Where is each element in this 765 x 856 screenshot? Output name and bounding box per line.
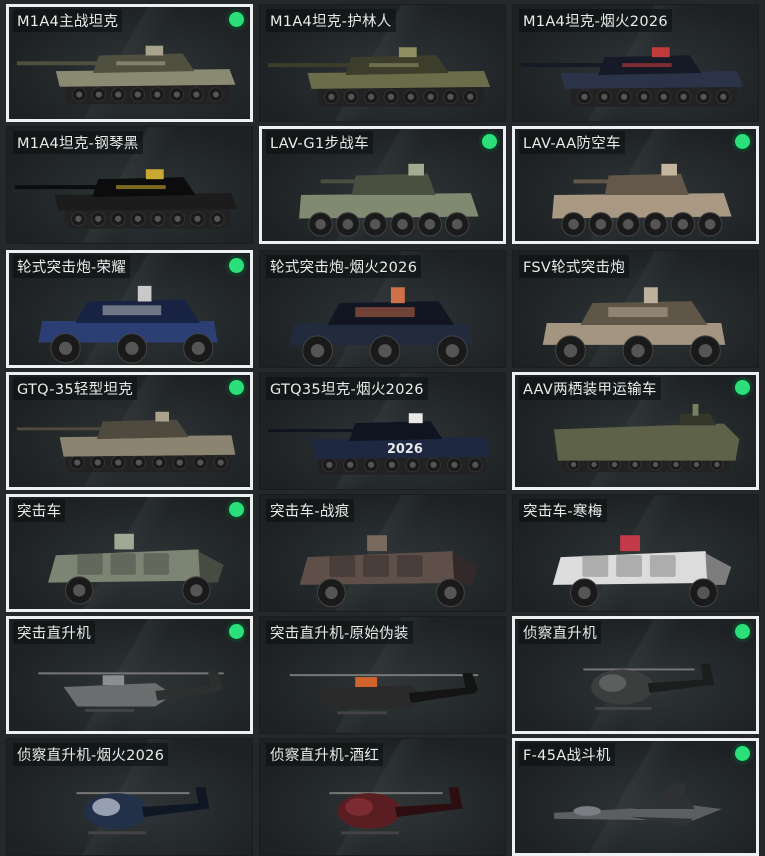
vehicle-name: 轮式突击炮-荣耀 xyxy=(13,255,131,278)
vehicle-name: LAV-AA防空车 xyxy=(519,131,625,154)
vehicle-card[interactable]: GTQ-35轻型坦克 xyxy=(6,372,253,490)
owned-indicator-icon xyxy=(735,134,750,149)
vehicle-image xyxy=(552,535,732,608)
vehicle-image xyxy=(38,671,224,712)
vehicle-card[interactable]: F-45A战斗机 xyxy=(512,738,759,856)
owned-indicator-icon xyxy=(229,12,244,27)
vehicle-image xyxy=(48,533,224,605)
vehicle-name: LAV-G1步战车 xyxy=(266,131,373,154)
vehicle-name: F-45A战斗机 xyxy=(519,743,615,766)
owned-indicator-icon xyxy=(735,746,750,761)
owned-indicator-icon xyxy=(735,624,750,639)
vehicle-image xyxy=(267,47,491,107)
vehicle-image xyxy=(329,787,463,835)
vehicle-card[interactable]: 2026 GTQ35坦克-烟火2026 xyxy=(259,372,506,490)
vehicle-card[interactable]: FSV轮式突击炮 xyxy=(512,250,759,368)
vehicle-name: 轮式突击炮-烟火2026 xyxy=(266,255,422,278)
vehicle-card[interactable]: M1A4坦克-护林人 xyxy=(259,4,506,122)
vehicle-card[interactable]: 突击车-战痕 xyxy=(259,494,506,612)
owned-indicator-icon xyxy=(229,624,244,639)
vehicle-image xyxy=(299,535,479,608)
vehicle-card[interactable]: LAV-G1步战车 xyxy=(259,126,506,244)
vehicle-card[interactable]: 侦察直升机-烟火2026 xyxy=(6,738,253,856)
owned-indicator-icon xyxy=(482,134,497,149)
vehicle-card[interactable]: 侦察直升机-酒红 xyxy=(259,738,506,856)
vehicle-image xyxy=(299,163,479,237)
vehicle-card[interactable]: 突击车-寒梅 xyxy=(512,494,759,612)
vehicle-card[interactable]: M1A4主战坦克 xyxy=(6,4,253,122)
svg-text:2026: 2026 xyxy=(387,442,423,457)
vehicle-image xyxy=(520,47,744,107)
vehicle-name: 突击车 xyxy=(13,499,66,522)
vehicle-name: 侦察直升机 xyxy=(519,621,601,644)
vehicle-card[interactable]: M1A4坦克-钢琴黑 xyxy=(6,126,253,244)
vehicle-image xyxy=(38,285,218,364)
vehicle-name: M1A4主战坦克 xyxy=(13,9,123,32)
vehicle-image xyxy=(289,287,473,367)
vehicle-image xyxy=(289,673,479,715)
vehicle-image xyxy=(76,787,210,835)
vehicle-card[interactable]: 轮式突击炮-烟火2026 xyxy=(259,250,506,368)
vehicle-image xyxy=(583,663,715,710)
vehicle-name: 突击车-战痕 xyxy=(266,499,354,522)
vehicle-card[interactable]: AAV两栖装甲运输车 xyxy=(512,372,759,490)
vehicle-card[interactable]: 轮式突击炮-荣耀 xyxy=(6,250,253,368)
owned-indicator-icon xyxy=(229,258,244,273)
vehicle-image xyxy=(554,403,740,473)
owned-indicator-icon xyxy=(229,502,244,517)
vehicle-card[interactable]: LAV-AA防空车 xyxy=(512,126,759,244)
vehicle-name: FSV轮式突击炮 xyxy=(519,255,630,278)
vehicle-name: 侦察直升机-烟火2026 xyxy=(13,743,169,766)
vehicle-name: GTQ-35轻型坦克 xyxy=(13,377,138,400)
vehicle-skin-grid: M1A4主战坦克 M1A4坦克-护林人 M1A4坦克-烟火2026 M1A4坦克… xyxy=(0,0,765,856)
vehicle-image xyxy=(16,45,236,105)
vehicle-image xyxy=(14,169,238,229)
vehicle-name: 突击车-寒梅 xyxy=(519,499,607,522)
vehicle-name: 突击直升机 xyxy=(13,621,95,644)
vehicle-name: 侦察直升机-酒红 xyxy=(266,743,384,766)
vehicle-card[interactable]: 突击直升机-原始伪装 xyxy=(259,616,506,734)
vehicle-name: M1A4坦克-烟火2026 xyxy=(519,9,672,32)
vehicle-image xyxy=(552,163,732,237)
vehicle-name: AAV两栖装甲运输车 xyxy=(519,377,661,400)
owned-indicator-icon xyxy=(735,380,750,395)
vehicle-card[interactable]: 突击车 xyxy=(6,494,253,612)
vehicle-card[interactable]: 突击直升机 xyxy=(6,616,253,734)
vehicle-name: GTQ35坦克-烟火2026 xyxy=(266,377,428,400)
vehicle-name: M1A4坦克-钢琴黑 xyxy=(13,131,143,154)
vehicle-image xyxy=(16,411,236,473)
owned-indicator-icon xyxy=(229,380,244,395)
vehicle-name: 突击直升机-原始伪装 xyxy=(266,621,413,644)
vehicle-card[interactable]: 侦察直升机 xyxy=(512,616,759,734)
vehicle-image xyxy=(554,783,722,831)
vehicle-card[interactable]: M1A4坦克-烟火2026 xyxy=(512,4,759,122)
vehicle-image xyxy=(542,287,726,367)
vehicle-image: 2026 xyxy=(267,413,491,475)
vehicle-name: M1A4坦克-护林人 xyxy=(266,9,396,32)
